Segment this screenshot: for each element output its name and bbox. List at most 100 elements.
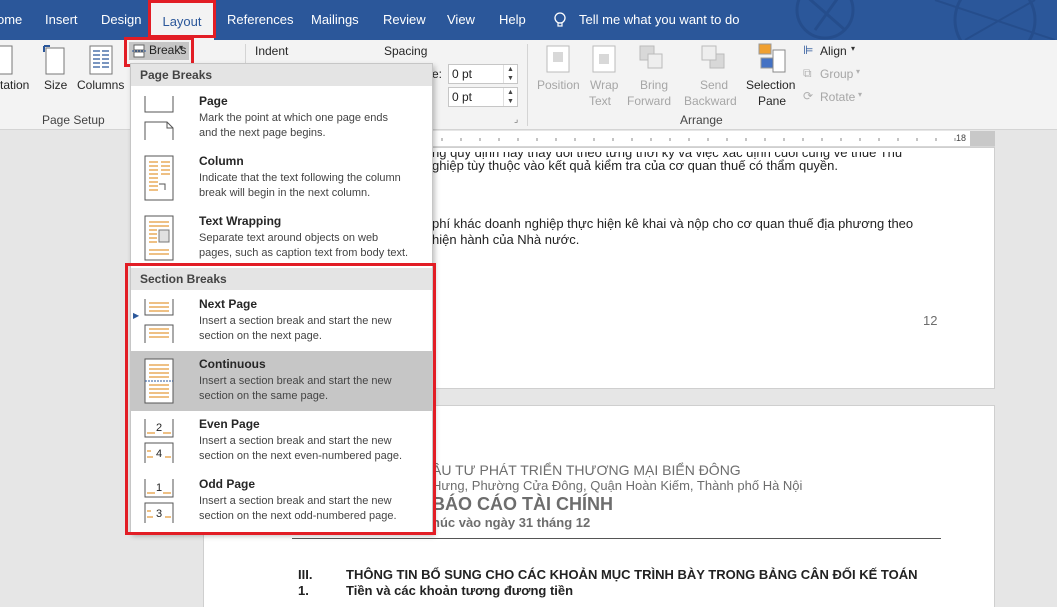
even-page-icon: 2 4: [144, 419, 174, 463]
even-digit-top: 2: [156, 422, 162, 434]
page-breaks-header: Page Breaks: [131, 64, 432, 86]
lightbulb-icon: [554, 12, 566, 27]
send-backward-button-line2: Backward: [684, 94, 737, 108]
spacing-before-value: 0 pt: [452, 67, 473, 81]
wrap-text-button[interactable]: Wrap: [590, 78, 618, 92]
wrap-text-icon: [592, 45, 616, 73]
menu-item-page-break[interactable]: Page Mark the point at which one page en…: [131, 88, 432, 148]
orientation-button[interactable]: tation: [0, 78, 29, 92]
report-subtitle: húc vào ngày 31 tháng 12: [432, 515, 591, 530]
odd-page-icon: 1 3: [144, 479, 174, 523]
group-button[interactable]: Group: [820, 67, 853, 81]
menu-item-desc: Separate text around objects on web: [199, 232, 379, 244]
menu-item-desc: Mark the point at which one page ends: [199, 112, 388, 124]
menu-item-desc: Insert a section break and start the new: [199, 315, 392, 327]
compass-decoration-icon: [795, 0, 1056, 40]
tab-layout[interactable]: Layout: [150, 3, 214, 40]
continuous-icon: [144, 358, 174, 404]
menu-item-column-break[interactable]: Column Indicate that the text following …: [131, 148, 432, 208]
menu-item-text-wrapping[interactable]: Text Wrapping Separate text around objec…: [131, 208, 432, 268]
page-setup-group-label: Page Setup: [42, 113, 105, 127]
menu-item-desc: section on the next page.: [199, 330, 322, 342]
text-wrapping-icon: [144, 215, 174, 261]
spacing-before-label: e:: [432, 67, 443, 81]
odd-digit-bottom: 3: [156, 508, 162, 520]
size-button[interactable]: Size: [44, 78, 67, 92]
ribbon-separator: [527, 44, 528, 126]
rotate-icon: ⟳: [803, 89, 814, 103]
selection-pane-button-line2: Pane: [758, 94, 787, 108]
send-backward-button[interactable]: Send: [700, 78, 728, 92]
section-number: III.: [298, 567, 313, 582]
odd-digit-top: 1: [156, 482, 162, 494]
tab-mailings[interactable]: Mailings: [311, 0, 359, 40]
tab-home[interactable]: ome: [0, 0, 22, 40]
columns-button[interactable]: Columns: [77, 78, 124, 92]
bring-forward-button[interactable]: Bring: [640, 78, 668, 92]
chevron-down-icon: ▾: [858, 90, 863, 99]
caret-right-icon: ▶: [133, 311, 140, 320]
indent-label: Indent: [255, 44, 289, 58]
menu-item-title: Continuous: [199, 357, 266, 371]
spacing-after-field[interactable]: 0 pt ▲ ▼: [448, 87, 518, 107]
menu-item-desc: and the next page begins.: [199, 127, 326, 139]
spacing-before-field[interactable]: 0 pt ▲ ▼: [448, 64, 518, 84]
rotate-button[interactable]: Rotate: [820, 90, 855, 104]
menu-item-title: Page: [199, 94, 228, 108]
ruler-margin: [970, 131, 995, 146]
next-page-icon: [144, 299, 174, 343]
menu-item-desc: Insert a section break and start the new: [199, 435, 392, 447]
even-digit-bottom: 4: [156, 448, 162, 460]
menu-item-odd-page[interactable]: 1 3 Odd Page Insert a section break and …: [131, 471, 432, 531]
tab-view[interactable]: View: [447, 0, 475, 40]
header-rule: [292, 538, 941, 539]
ribbon-tab-bar: ome Insert Design Layout References Mail…: [0, 0, 1057, 40]
spin-arrows-icon[interactable]: ▲ ▼: [503, 88, 517, 106]
bring-forward-button-line2: Forward: [627, 94, 672, 108]
menu-item-continuous[interactable]: Continuous Insert a section break and st…: [131, 351, 432, 411]
breaks-button[interactable]: Breaks ▾: [129, 42, 189, 60]
tab-insert[interactable]: Insert: [45, 0, 78, 40]
tab-design[interactable]: Design: [101, 0, 141, 40]
menu-item-desc: Insert a section break and start the new: [199, 495, 392, 507]
columns-icon: [89, 45, 113, 75]
ruler-label: 18: [956, 133, 967, 143]
spin-arrows-icon[interactable]: ▲ ▼: [503, 65, 517, 83]
chevron-down-icon: ▾: [856, 67, 861, 76]
item-number: 1.: [298, 583, 309, 598]
horizontal-ruler[interactable]: 18: [432, 131, 995, 147]
menu-item-desc: pages, such as caption text from body te…: [199, 247, 409, 259]
spacing-label: Spacing: [384, 44, 428, 58]
tab-references[interactable]: References: [227, 0, 293, 40]
company-name: ẦU TƯ PHÁT TRIỂN THƯƠNG MẠI BIỂN ĐÔNG: [432, 462, 741, 478]
menu-item-next-page[interactable]: ▶ Next Page Insert a section break and s…: [131, 291, 432, 351]
doc-line: phí khác doanh nghiệp thực hiện kê khai …: [432, 216, 914, 231]
menu-item-title: Column: [199, 154, 244, 168]
menu-item-title: Even Page: [199, 417, 260, 431]
section-heading: THÔNG TIN BỔ SUNG CHO CÁC KHOẢN MỤC TRÌN…: [346, 567, 918, 582]
company-address: Hưng, Phường Cửa Đông, Quận Hoàn Kiếm, T…: [432, 478, 803, 493]
bring-forward-icon: [639, 45, 663, 69]
menu-item-desc: break will begin in the next column.: [199, 187, 371, 199]
chevron-down-icon: ▾: [851, 44, 856, 53]
align-button[interactable]: Align: [820, 44, 847, 58]
wrap-text-button-line2: Text: [589, 94, 612, 108]
tab-help[interactable]: Help: [499, 0, 526, 40]
tell-me-search[interactable]: Tell me what you want to do: [579, 0, 739, 40]
report-title: BÁO CÁO TÀI CHÍNH: [432, 494, 613, 514]
send-backward-icon: [701, 45, 725, 69]
selection-pane-button[interactable]: Selection: [746, 78, 795, 92]
group-icon: ⧉: [803, 66, 812, 80]
tab-review[interactable]: Review: [383, 0, 426, 40]
menu-item-even-page[interactable]: 2 4 Even Page Insert a section break and…: [131, 411, 432, 471]
orientation-icon: [0, 45, 13, 75]
dialog-launcher-icon[interactable]: ⌟: [514, 114, 518, 125]
arrange-group-label: Arrange: [680, 113, 723, 127]
breaks-icon: [132, 44, 146, 58]
menu-item-desc: Indicate that the text following the col…: [199, 172, 401, 184]
menu-item-desc: section on the same page.: [199, 390, 329, 402]
menu-item-desc: section on the next even-numbered page.: [199, 450, 403, 462]
menu-item-title: Next Page: [199, 297, 258, 311]
doc-line: hiện hành của Nhà nước.: [432, 232, 580, 247]
position-button[interactable]: Position: [537, 78, 580, 92]
